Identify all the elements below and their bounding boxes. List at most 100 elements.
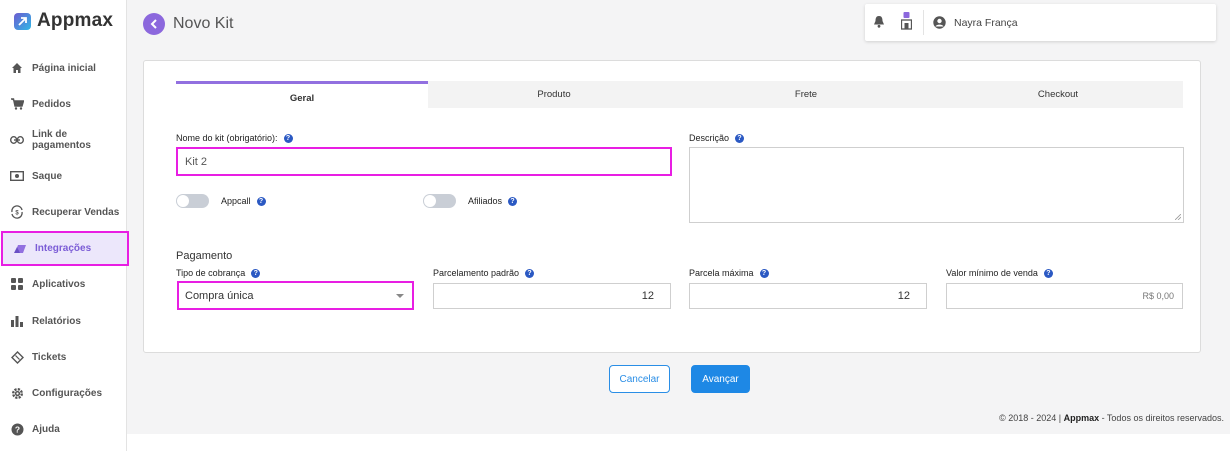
help-icon[interactable]: ?: [256, 196, 266, 206]
default-installments-value: 12: [641, 290, 654, 302]
sidebar-item-label: Página inicial: [32, 62, 96, 74]
sidebar-item-label: Link de pagamentos: [32, 129, 91, 151]
sidebar-item-recuperar-vendas[interactable]: $ Recuperar Vendas: [0, 195, 127, 229]
user-avatar-icon[interactable]: [933, 16, 946, 34]
afiliados-label: Afiliados ?: [468, 196, 518, 206]
cancel-button[interactable]: Cancelar: [609, 365, 670, 393]
back-button[interactable]: [143, 13, 165, 35]
appcall-toggle[interactable]: [176, 194, 209, 208]
billing-type-value: Compra única: [185, 289, 254, 302]
kit-form-card: Geral Produto Frete Checkout Nome do kit…: [143, 60, 1201, 353]
label-text: Appcall: [221, 196, 251, 206]
sidebar-item-label: Aplicativos: [32, 278, 86, 290]
page-title: Novo Kit: [173, 15, 234, 32]
bottom-strip: [127, 434, 1230, 451]
help-circle-icon: ?: [10, 422, 24, 436]
cash-icon: [10, 169, 24, 183]
tab-bar: Geral Produto Frete Checkout: [176, 81, 1183, 108]
billing-type-select[interactable]: Compra única: [177, 281, 414, 310]
billing-type-label: Tipo de cobrança ?: [176, 268, 261, 278]
footer-suffix: - Todos os direitos reservados.: [1099, 413, 1224, 423]
caret-down-icon: [396, 294, 404, 298]
brand-name: Appmax: [37, 10, 114, 31]
sidebar-item-saque[interactable]: Saque: [0, 159, 127, 193]
sidebar-item-label: Recuperar Vendas: [32, 206, 120, 218]
divider: [923, 10, 924, 35]
sidebar-item-configuracoes[interactable]: Configurações: [0, 376, 127, 410]
user-name[interactable]: Nayra França: [954, 17, 1018, 29]
tab-geral[interactable]: Geral: [176, 81, 428, 108]
help-icon[interactable]: ?: [1043, 268, 1053, 278]
label-text: Parcelamento padrão: [433, 268, 520, 278]
sidebar-item-label: Configurações: [32, 387, 103, 399]
min-sale-input[interactable]: R$ 0,00: [946, 283, 1183, 309]
max-installment-label: Parcela máxima ?: [689, 268, 769, 278]
store-icon[interactable]: [900, 12, 913, 35]
kit-name-value: Kit 2: [185, 155, 208, 168]
min-sale-label: Valor mínimo de venda ?: [946, 268, 1053, 278]
afiliados-toggle[interactable]: [423, 194, 456, 208]
sidebar-item-ajuda[interactable]: ? Ajuda: [0, 412, 127, 446]
sidebar-item-label: Pedidos: [32, 98, 71, 110]
bar-chart-icon: [10, 314, 24, 328]
description-label: Descrição ?: [689, 133, 745, 143]
sidebar-item-pedidos[interactable]: Pedidos: [0, 87, 127, 121]
svg-text:$: $: [15, 211, 19, 217]
page-header: Novo Kit: [143, 13, 233, 35]
sidebar-item-aplicativos[interactable]: Aplicativos: [0, 267, 127, 301]
user-bar: Nayra França: [865, 4, 1216, 41]
bell-icon[interactable]: [873, 15, 885, 33]
help-icon[interactable]: ?: [251, 268, 261, 278]
default-installments-input[interactable]: 12: [433, 283, 671, 309]
label-text: Tipo de cobrança: [176, 268, 246, 278]
sidebar-item-label: Tickets: [32, 351, 67, 363]
sidebar: Appmax Página inicial Pedidos Link de pa…: [0, 0, 129, 451]
description-textarea[interactable]: [689, 147, 1184, 223]
help-icon[interactable]: ?: [759, 268, 769, 278]
chevron-left-icon: [150, 19, 157, 29]
help-icon[interactable]: ?: [525, 268, 535, 278]
label-text: Parcela máxima: [689, 268, 754, 278]
sidebar-item-label: Relatórios: [32, 315, 81, 327]
help-icon[interactable]: ?: [508, 196, 518, 206]
brand-logo[interactable]: Appmax: [14, 10, 113, 32]
min-sale-placeholder: R$ 0,00: [1142, 291, 1174, 301]
resize-handle-icon[interactable]: [1175, 214, 1181, 220]
label-text: Afiliados: [468, 196, 503, 206]
footer-prefix: © 2018 - 2024 |: [999, 413, 1064, 423]
sidebar-item-pagina-inicial[interactable]: Página inicial: [0, 51, 127, 85]
ticket-icon: [10, 350, 24, 364]
default-installments-label: Parcelamento padrão ?: [433, 268, 535, 278]
sidebar-item-tickets[interactable]: Tickets: [0, 340, 127, 374]
tab-frete[interactable]: Frete: [680, 81, 932, 108]
footer-copyright: © 2018 - 2024 | Appmax - Todos os direit…: [999, 413, 1224, 423]
next-button[interactable]: Avançar: [691, 365, 750, 393]
label-text: Valor mínimo de venda: [946, 268, 1038, 278]
footer-brand: Appmax: [1063, 413, 1100, 423]
sidebar-item-integracoes[interactable]: Integrações: [1, 231, 129, 266]
appcall-label: Appcall ?: [221, 196, 266, 206]
kit-name-label: Nome do kit (obrigatório): ?: [176, 133, 293, 143]
kit-name-input[interactable]: Kit 2: [176, 147, 672, 176]
label-text: Descrição: [689, 133, 730, 143]
gear-icon: [10, 386, 24, 400]
sidebar-item-relatorios[interactable]: Relatórios: [0, 304, 127, 338]
integrations-icon: [13, 242, 27, 256]
tab-produto[interactable]: Produto: [428, 81, 680, 108]
recover-icon: $: [10, 205, 24, 219]
sidebar-item-label: Ajuda: [32, 423, 60, 435]
link-icon: [10, 133, 24, 147]
home-icon: [10, 61, 24, 75]
help-icon[interactable]: ?: [283, 133, 293, 143]
appmax-logo-icon: [14, 12, 31, 30]
payment-section-title: Pagamento: [176, 250, 233, 262]
sidebar-item-label: Integrações: [35, 243, 92, 254]
max-installment-input[interactable]: 12: [689, 283, 927, 309]
sidebar-item-label: Saque: [32, 170, 63, 182]
label-text: Nome do kit (obrigatório):: [176, 133, 278, 143]
sidebar-item-link-de-pagamentos[interactable]: Link de pagamentos: [0, 123, 127, 157]
apps-grid-icon: [10, 277, 24, 291]
svg-text:?: ?: [14, 424, 19, 434]
help-icon[interactable]: ?: [735, 133, 745, 143]
tab-checkout[interactable]: Checkout: [932, 81, 1184, 108]
